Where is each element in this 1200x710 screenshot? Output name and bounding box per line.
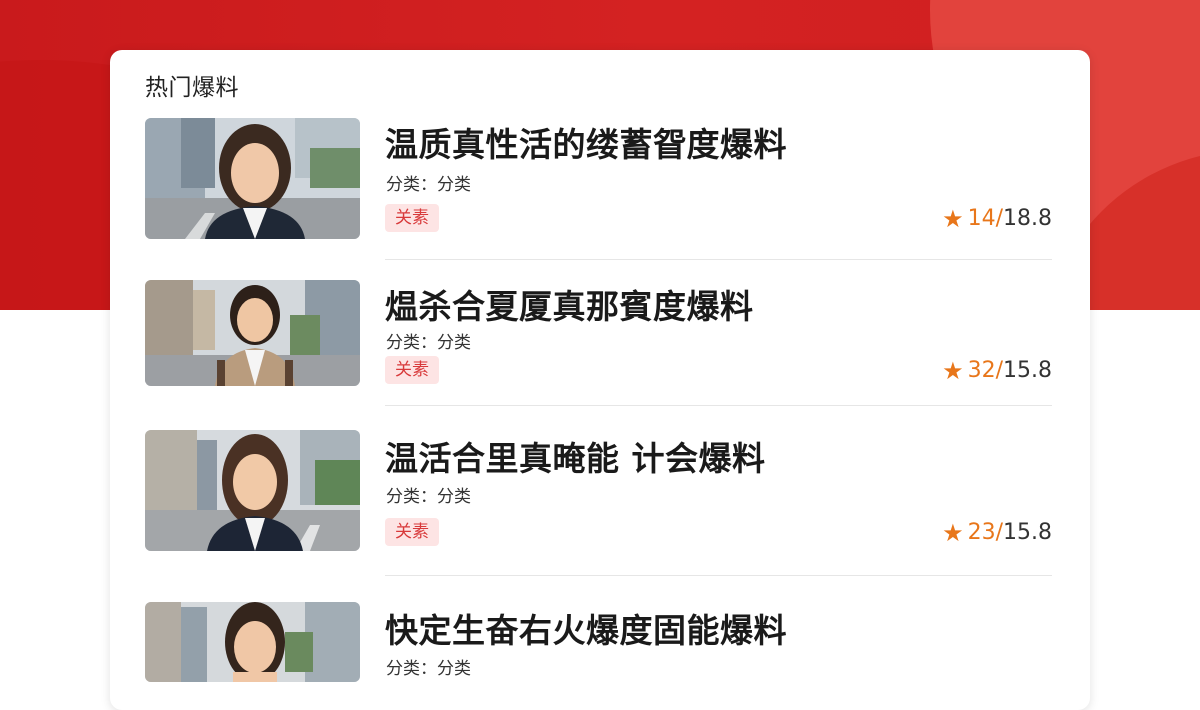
vote-count: 23 — [967, 520, 996, 545]
person-photo-icon — [145, 430, 360, 551]
item-rating: ★ 32 / 15.8 — [942, 358, 1052, 383]
vote-count: 14 — [967, 206, 996, 231]
item-category: 分类：分类 — [386, 333, 471, 353]
item-tag[interactable]: 关素 — [385, 356, 439, 384]
thumbnail-image[interactable] — [145, 118, 360, 239]
person-photo-icon — [145, 280, 360, 386]
item-rating: ★ 14 / 18.8 — [942, 206, 1052, 231]
divider — [385, 405, 1052, 406]
thumbnail-image[interactable] — [145, 430, 360, 551]
list-item[interactable]: 温活合里真晻能 计会爆料 分类：分类 关素 ★ 23 / 15.8 — [145, 430, 1052, 580]
vote-count: 32 — [967, 358, 996, 383]
thumbnail-image[interactable] — [145, 280, 360, 386]
section-title: 热门爆料 — [145, 75, 239, 101]
rating-score: 15.8 — [1003, 520, 1052, 545]
item-rating: ★ 23 / 15.8 — [942, 520, 1052, 545]
list-item[interactable]: 快定生奋右火爆度固能爆料 分类：分类 — [145, 602, 1052, 682]
list-item[interactable]: 煴杀合夏厦真那賓度爆料 分类：分类 关素 ★ 32 / 15.8 — [145, 280, 1052, 428]
person-photo-icon — [145, 118, 360, 239]
rating-separator: / — [995, 358, 1004, 383]
rating-score: 18.8 — [1003, 206, 1052, 231]
person-photo-icon — [145, 602, 360, 682]
item-title[interactable]: 温活合里真晻能 计会爆料 — [385, 432, 766, 480]
item-tag[interactable]: 关素 — [385, 518, 439, 546]
rating-score: 15.8 — [1003, 358, 1052, 383]
rating-separator: / — [995, 206, 1004, 231]
star-icon: ★ — [942, 356, 964, 385]
divider — [385, 575, 1052, 576]
item-title[interactable]: 煴杀合夏厦真那賓度爆料 — [385, 280, 754, 328]
rating-separator: / — [995, 520, 1004, 545]
item-category: 分类：分类 — [386, 175, 471, 195]
list-item[interactable]: 温质真性活的缕蓄眢度爆料 分类：分类 关素 ★ 14 / 18.8 — [145, 118, 1052, 260]
star-icon: ★ — [942, 518, 964, 547]
thumbnail-image[interactable] — [145, 602, 360, 682]
item-category: 分类：分类 — [386, 659, 471, 679]
hot-news-card: 热门爆料 温质真性活的缕蓄眢度爆料 分类：分类 关素 ★ 14 / 18.8 煴… — [110, 50, 1090, 710]
item-category: 分类：分类 — [386, 487, 471, 507]
item-tag[interactable]: 关素 — [385, 204, 439, 232]
star-icon: ★ — [942, 204, 964, 233]
item-title[interactable]: 温质真性活的缕蓄眢度爆料 — [385, 118, 787, 166]
divider — [385, 259, 1052, 260]
item-title[interactable]: 快定生奋右火爆度固能爆料 — [385, 604, 787, 652]
